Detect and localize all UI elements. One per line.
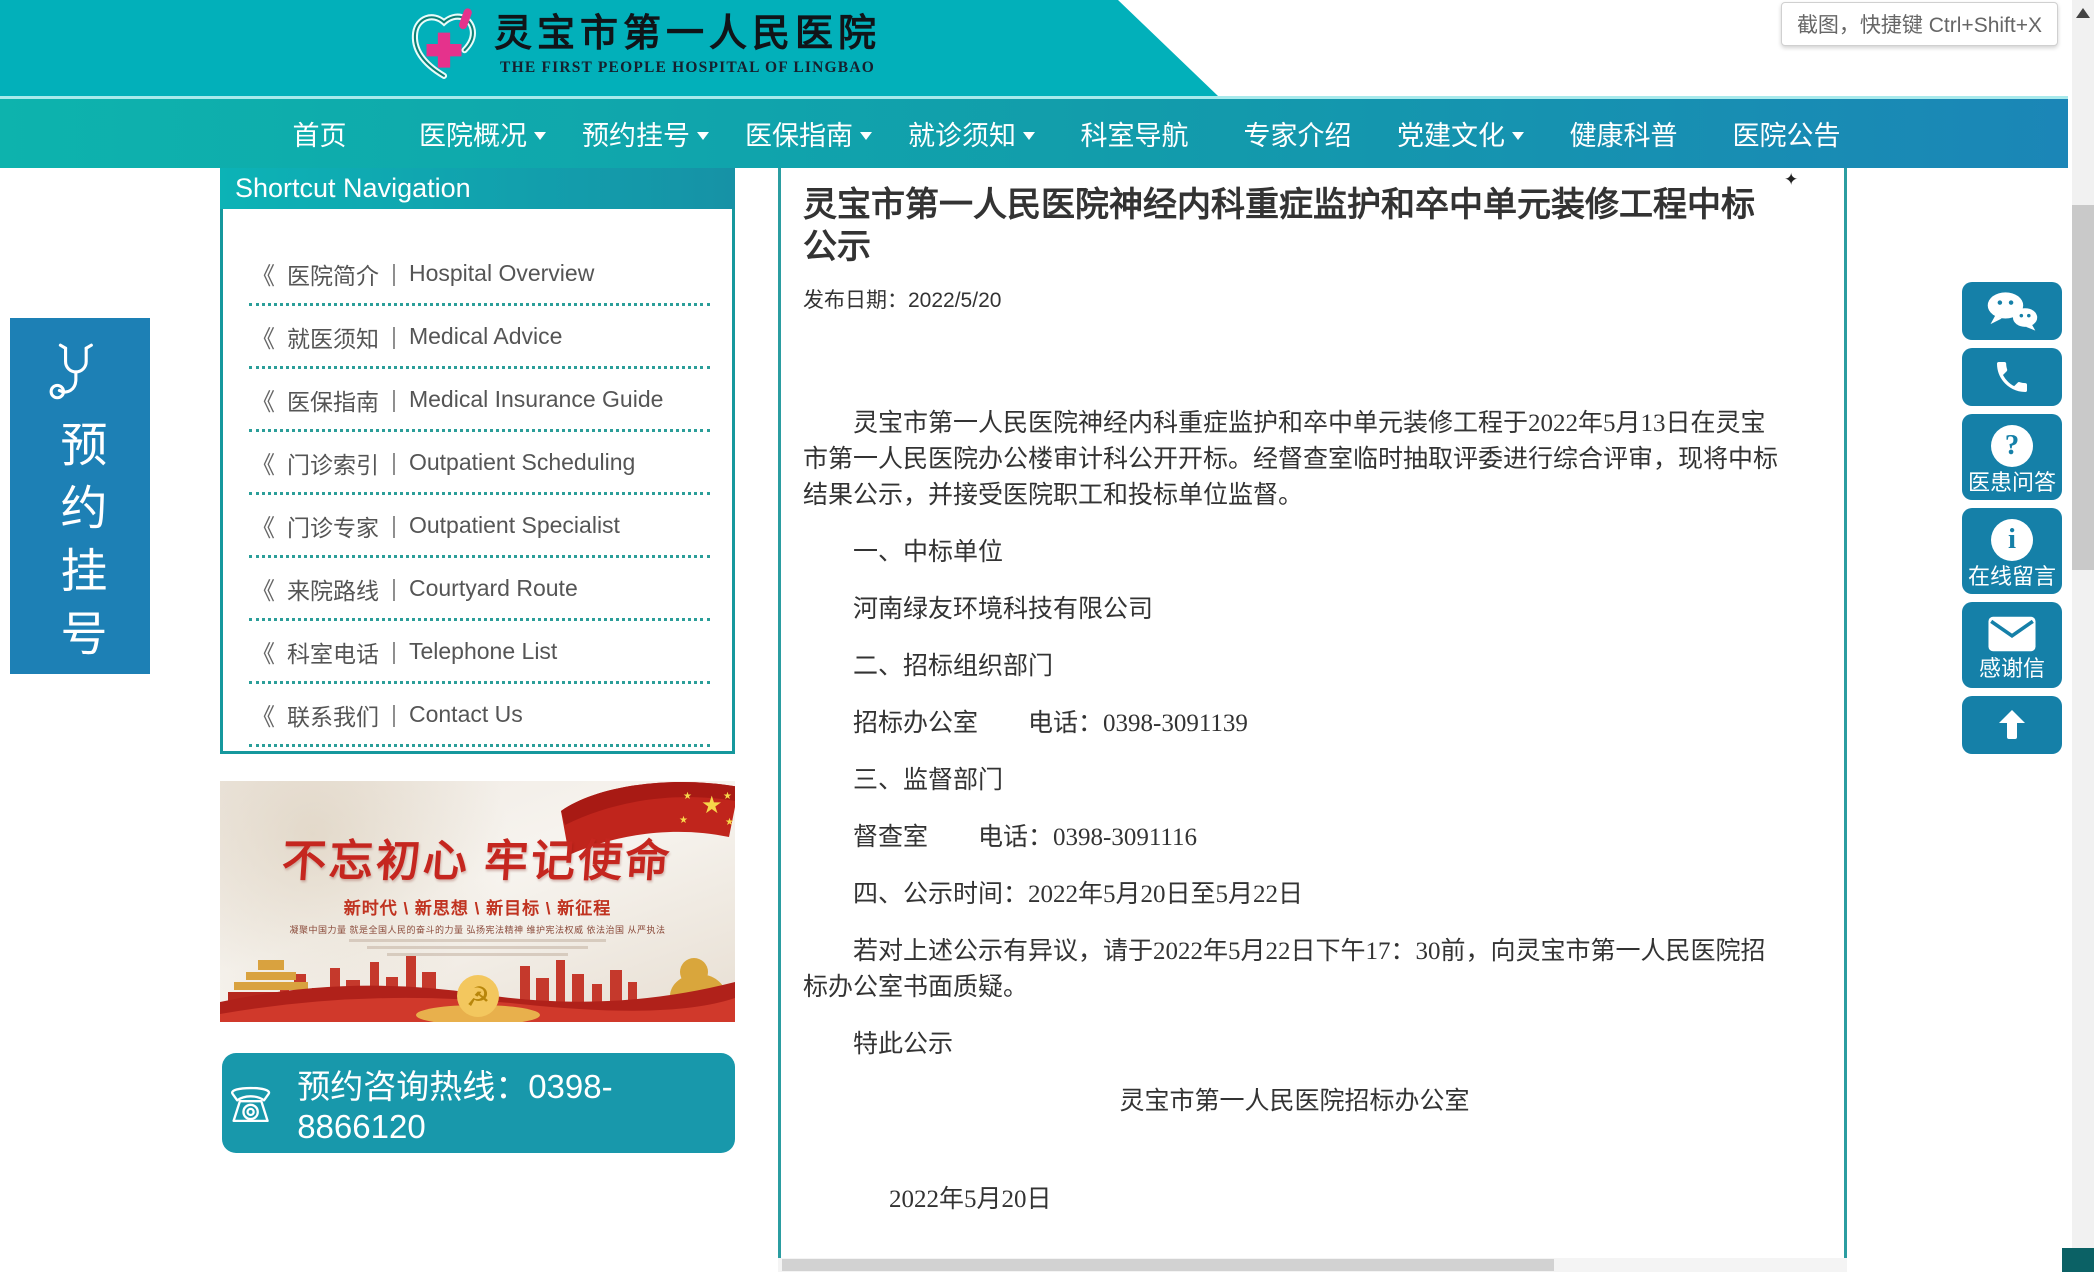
thank-letter-label: 感谢信 — [1979, 658, 2045, 680]
nav-insurance-guide[interactable]: 医保指南 — [727, 114, 890, 153]
party-propaganda-banner[interactable]: ★ ★ ★ ★ ★ 不忘初心 牢记使命 新时代 \ 新思想 \ 新目标 \ 新征… — [220, 781, 735, 1022]
online-message-label: 在线留言 — [1968, 566, 2056, 588]
phone-icon — [1992, 357, 2032, 397]
svg-text:★: ★ — [701, 792, 723, 819]
chevron-down-icon — [534, 132, 546, 140]
chevron-down-icon — [860, 132, 872, 140]
guillemet-icon: 《 — [251, 571, 275, 606]
phone-button[interactable] — [1962, 348, 2062, 406]
guillemet-icon: 《 — [251, 256, 275, 291]
guillemet-icon: 《 — [251, 634, 275, 669]
sidebar-item-telephone-list[interactable]: 《 科室电话|Telephone List — [249, 621, 710, 684]
stethoscope-icon — [47, 340, 113, 406]
online-message-button[interactable]: i 在线留言 — [1962, 508, 2062, 594]
article-paragraph: 二、招标组织部门 — [803, 649, 1786, 685]
nav-announcements[interactable]: 医院公告 — [1705, 114, 1868, 153]
nav-visit-notice[interactable]: 就诊须知 — [890, 114, 1053, 153]
appointment-quick-banner[interactable]: 预约挂号 — [10, 318, 150, 674]
article-paragraph: 三、监督部门 — [803, 763, 1786, 799]
site-header: 灵宝市第一人民医院 THE FIRST PEOPLE HOSPITAL OF L… — [0, 0, 2094, 96]
guillemet-icon: 《 — [251, 697, 275, 732]
thank-letter-button[interactable]: 感谢信 — [1962, 602, 2062, 688]
question-mark-icon: ? — [1991, 425, 2033, 467]
shortcut-navigation-title: Shortcut Navigation — [220, 168, 735, 209]
main-nav: 首页 医院概况 预约挂号 医保指南 就诊须知 科室导航 专家介绍 党建文化 健康… — [0, 96, 2068, 168]
hospital-website-page: 灵宝市第一人民医院 THE FIRST PEOPLE HOSPITAL OF L… — [0, 0, 2094, 1272]
scrollbar-up-arrow-icon[interactable] — [2076, 8, 2090, 18]
scrollbar-corner-block — [2062, 1248, 2094, 1272]
vertical-scrollbar[interactable] — [2072, 0, 2094, 1272]
vertical-scrollbar-thumb[interactable] — [2072, 205, 2094, 570]
red-skyline-graphic: ☭ — [220, 922, 735, 1022]
article-paragraph: 四、公示时间：2022年5月20日至5月22日 — [803, 877, 1786, 913]
sidebar-item-outpatient-scheduling[interactable]: 《 门诊索引|Outpatient Scheduling — [249, 432, 710, 495]
announcement-article: 灵宝市第一人民医院神经内科重症监护和卒中单元装修工程中标公示 发布日期：2022… — [778, 168, 1847, 1258]
svg-text:☭: ☭ — [466, 982, 490, 1012]
nav-health-science[interactable]: 健康科普 — [1542, 114, 1705, 153]
article-signature-date: 2022年5月20日 — [889, 1182, 1786, 1218]
wechat-button[interactable] — [1962, 282, 2062, 340]
wechat-icon — [1984, 289, 2040, 333]
sidebar-item-outpatient-specialist[interactable]: 《 门诊专家|Outpatient Specialist — [249, 495, 710, 558]
svg-text:★: ★ — [723, 791, 732, 802]
article-paragraph: 特此公示 — [803, 1027, 1786, 1063]
shortcut-navigation-list: 《 医院简介|Hospital Overview 《 就医须知|Medical … — [223, 209, 732, 747]
back-to-top-button[interactable] — [1962, 696, 2062, 754]
floating-action-buttons: ? 医患问答 i 在线留言 感谢信 — [1962, 282, 2062, 754]
article-publish-date: 发布日期：2022/5/20 — [803, 284, 1786, 314]
article-paragraph: 若对上述公示有异议，请于2022年5月22日下午17：30前，向灵宝市第一人民医… — [803, 934, 1786, 1006]
sidebar-item-insurance-guide[interactable]: 《 医保指南|Medical Insurance Guide — [249, 369, 710, 432]
article-paragraph: 灵宝市第一人民医院神经内科重症监护和卒中单元装修工程于2022年5月13日在灵宝… — [803, 406, 1786, 514]
article-signature-org: 灵宝市第一人民医院招标办公室 — [803, 1084, 1786, 1120]
guillemet-icon: 《 — [251, 508, 275, 543]
telephone-icon — [222, 1076, 279, 1130]
article-body: 灵宝市第一人民医院神经内科重症监护和卒中单元装修工程于2022年5月13日在灵宝… — [803, 406, 1786, 1218]
sidebar-item-courtyard-route[interactable]: 《 来院路线|Courtyard Route — [249, 558, 710, 621]
hospital-logo[interactable]: 灵宝市第一人民医院 THE FIRST PEOPLE HOSPITAL OF L… — [408, 6, 881, 84]
hospital-name-zh: 灵宝市第一人民医院 — [494, 13, 881, 57]
envelope-icon — [1986, 615, 2038, 653]
sidebar-item-medical-advice[interactable]: 《 就医须知|Medical Advice — [249, 306, 710, 369]
chevron-down-icon — [1023, 132, 1035, 140]
chevron-down-icon — [1512, 132, 1524, 140]
hotline-label: 预约咨询热线：0398-8866120 — [297, 1060, 735, 1146]
sidebar-item-hospital-overview[interactable]: 《 医院简介|Hospital Overview — [249, 243, 710, 306]
quick-banner-label: 预约挂号 — [46, 420, 115, 672]
cursor-star: ✦ — [1784, 170, 1798, 190]
article-paragraph: 一、中标单位 — [803, 535, 1786, 571]
article-paragraph: 招标办公室 电话：0398-3091139 — [803, 706, 1786, 742]
arrow-up-icon — [1994, 707, 2030, 743]
nav-party-culture[interactable]: 党建文化 — [1379, 114, 1542, 153]
heart-cross-logo-icon — [408, 6, 480, 84]
article-title: 灵宝市第一人民医院神经内科重症监护和卒中单元装修工程中标公示 — [803, 184, 1786, 268]
horizontal-scrollbar-thumb[interactable] — [782, 1259, 1554, 1271]
qa-label: 医患问答 — [1968, 472, 2056, 494]
appointment-hotline-button[interactable]: 预约咨询热线：0398-8866120 — [222, 1053, 735, 1153]
svg-text:★: ★ — [683, 791, 692, 802]
nav-home[interactable]: 首页 — [238, 114, 401, 153]
nav-appointment[interactable]: 预约挂号 — [564, 114, 727, 153]
screenshot-shortcut-tooltip: 截图，快捷键 Ctrl+Shift+X — [1781, 2, 2058, 46]
hospital-name-en: THE FIRST PEOPLE HOSPITAL OF LINGBAO — [500, 59, 875, 77]
shortcut-navigation-panel: Shortcut Navigation 《 医院简介|Hospital Over… — [220, 168, 735, 754]
logo-text: 灵宝市第一人民医院 THE FIRST PEOPLE HOSPITAL OF L… — [494, 13, 881, 77]
guillemet-icon: 《 — [251, 445, 275, 480]
banner-subline: 新时代 \ 新思想 \ 新目标 \ 新征程 — [220, 894, 735, 919]
sidebar-item-contact-us[interactable]: 《 联系我们|Contact Us — [249, 684, 710, 747]
chevron-down-icon — [697, 132, 709, 140]
nav-experts[interactable]: 专家介绍 — [1216, 114, 1379, 153]
article-paragraph: 河南绿友环境科技有限公司 — [803, 592, 1786, 628]
info-icon: i — [1991, 519, 2033, 561]
nav-department-guide[interactable]: 科室导航 — [1053, 114, 1216, 153]
guillemet-icon: 《 — [251, 319, 275, 354]
guillemet-icon: 《 — [251, 382, 275, 417]
banner-headline: 不忘初心 牢记使命 — [220, 825, 735, 889]
qa-button[interactable]: ? 医患问答 — [1962, 414, 2062, 500]
nav-hospital-overview[interactable]: 医院概况 — [401, 114, 564, 153]
content-horizontal-scrollbar[interactable] — [778, 1258, 1847, 1272]
article-paragraph: 督查室 电话：0398-3091116 — [803, 820, 1786, 856]
